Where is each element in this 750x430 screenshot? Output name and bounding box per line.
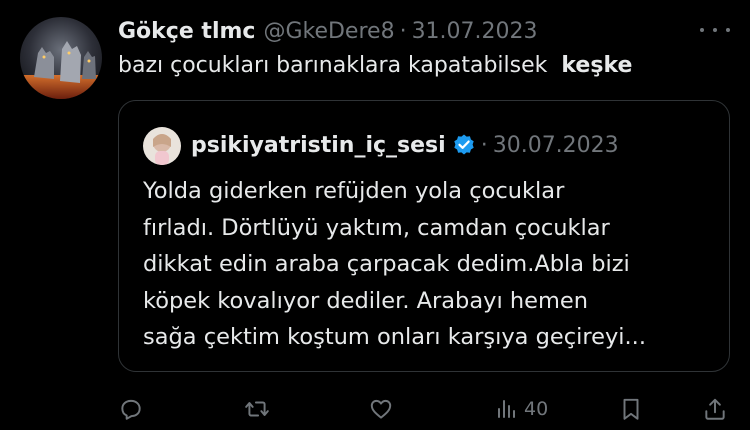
share-button[interactable] — [702, 393, 728, 425]
retweet-button[interactable] — [244, 393, 270, 425]
bookmark-icon — [623, 398, 639, 420]
like-button[interactable] — [368, 393, 394, 425]
bookmark-button[interactable] — [618, 393, 644, 425]
share-icon — [705, 398, 725, 420]
reply-icon — [121, 399, 141, 420]
quoted-avatar-icon — [143, 127, 181, 165]
reply-button[interactable] — [118, 393, 144, 425]
tweet-header: Gökçe tlmc @GkeDere8 · 31.07.2023 — [118, 14, 538, 48]
quoted-text-line: Yolda giderken refüjden yola çocuklar — [143, 178, 565, 204]
views-count: 40 — [524, 398, 549, 420]
verified-badge-icon — [454, 134, 474, 155]
user-avatar[interactable] — [20, 17, 102, 99]
display-name[interactable]: Gökçe tlmc — [118, 19, 255, 44]
quoted-tweet[interactable]: psikiyatristin_iç_sesi · 30.07.2023 Yold… — [118, 100, 730, 372]
quoted-text-line: köpek kovalıyor dediler. Arabayı hemen — [143, 287, 588, 314]
tweet-text-main: bazı çocukları barınaklara kapatabilsek — [118, 53, 548, 78]
tweet[interactable]: Gökçe tlmc @GkeDere8 · 31.07.2023 bazı ç… — [0, 0, 750, 430]
quoted-tweet-header: psikiyatristin_iç_sesi · 30.07.2023 — [191, 128, 619, 162]
quoted-user-avatar[interactable] — [143, 127, 181, 165]
tweet-text-bold: keşke — [561, 53, 633, 78]
quoted-tweet-date[interactable]: 30.07.2023 — [493, 133, 619, 158]
retweet-icon — [245, 401, 269, 417]
quoted-text-line: fırladı. Dörtlüyü yaktım, camdan çocukla… — [143, 214, 610, 241]
views-button[interactable]: 40 — [494, 393, 548, 425]
heart-icon — [370, 399, 392, 419]
wolves-avatar-icon — [20, 17, 102, 99]
tweet-text: bazı çocukları barınaklara kapatabilsek … — [118, 53, 632, 78]
separator-dot: · — [480, 132, 488, 158]
tweet-actions-bar: 40 — [118, 393, 730, 425]
views-chart-icon — [498, 400, 515, 418]
user-handle[interactable]: @GkeDere8 — [263, 19, 394, 44]
more-options-button[interactable] — [700, 18, 730, 42]
quoted-text-line: dikkat edin araba çarpacak dedim.Abla bi… — [143, 251, 630, 277]
quoted-text-line: sağa çektim koştum onları karşıya geçire… — [143, 324, 646, 350]
separator-dot: · — [399, 18, 407, 44]
quoted-tweet-text: Yolda giderken refüjden yola çocuklar fı… — [143, 173, 713, 356]
tweet-date[interactable]: 31.07.2023 — [412, 19, 538, 44]
quoted-display-name[interactable]: psikiyatristin_iç_sesi — [191, 133, 446, 158]
more-dots-icon — [700, 28, 704, 32]
